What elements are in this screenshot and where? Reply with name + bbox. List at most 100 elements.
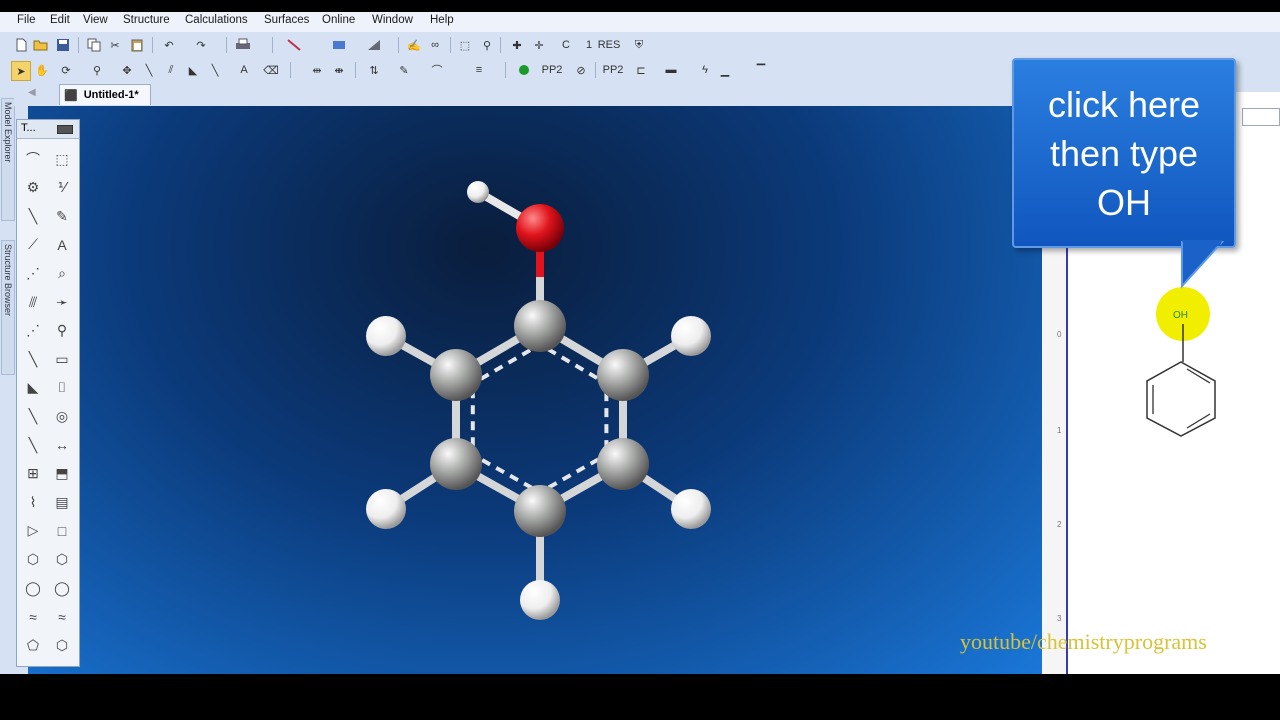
color-pen-icon[interactable]: ✎ <box>395 61 413 79</box>
menu-window[interactable]: Window <box>372 14 413 26</box>
pp2-button[interactable]: PP2 <box>542 61 563 79</box>
template-icon[interactable]: ⬒ <box>51 463 73 485</box>
measure-icon[interactable]: ⚲ <box>478 36 496 54</box>
orbital-icon[interactable]: ◎ <box>51 405 73 427</box>
rotate-icon[interactable]: ⟳ <box>57 61 75 79</box>
frame-icon[interactable]: ▭ <box>51 348 73 370</box>
hydrogen-atom[interactable] <box>671 316 711 356</box>
rotate-icon[interactable]: ⚙ <box>22 177 44 199</box>
arrow-icon[interactable]: ➛ <box>51 291 73 313</box>
solid-bond-icon[interactable]: ╲ <box>22 205 44 227</box>
bond-tool-icon[interactable] <box>285 36 303 54</box>
wave-icon[interactable]: ≈ <box>22 606 44 628</box>
select-arrow-icon[interactable]: ➤ <box>11 61 31 81</box>
arrange-icon[interactable]: ⇅ <box>365 61 383 79</box>
menu-file[interactable]: File <box>17 14 36 26</box>
menu-view[interactable]: View <box>83 14 108 26</box>
oxygen-atom[interactable] <box>516 204 564 252</box>
hand-link-icon[interactable]: ✍ <box>405 36 423 54</box>
menu-structure[interactable]: Structure <box>123 14 170 26</box>
single-bond-icon[interactable]: ╲ <box>140 61 158 79</box>
serial-number-button[interactable]: 1 <box>580 36 598 54</box>
carbon-label-button[interactable]: C <box>557 36 575 54</box>
menu-surfaces[interactable]: Surfaces <box>264 14 309 26</box>
hydroxyl-hydrogen-atom[interactable] <box>467 181 489 203</box>
wave2-icon[interactable]: ≈ <box>51 606 73 628</box>
double-bond-icon[interactable]: ⫽ <box>162 61 180 79</box>
carbon-atom[interactable] <box>514 485 566 537</box>
bold-bond-icon[interactable]: ⫻ <box>22 291 44 313</box>
marquee-icon[interactable]: ⬚ <box>51 148 73 170</box>
zoom-icon[interactable]: ⌕ <box>51 262 73 284</box>
bond-length-icon[interactable]: ⊏ <box>632 61 650 79</box>
wedge-hash-icon[interactable]: ╲ <box>22 434 44 456</box>
lightning-icon[interactable]: ϟ <box>696 61 714 79</box>
scale-icon[interactable]: ⅟ <box>51 177 73 199</box>
carbon-atom[interactable] <box>430 438 482 490</box>
paste-icon[interactable] <box>128 36 146 54</box>
hydrogen-atom[interactable] <box>520 580 560 620</box>
carbon-atom[interactable] <box>597 438 649 490</box>
eraser-icon[interactable]: ⌫ <box>262 61 280 79</box>
cut-icon[interactable]: ✂ <box>106 36 124 54</box>
text-icon[interactable]: A <box>51 234 73 256</box>
build-icon[interactable] <box>330 36 348 54</box>
ring-icon[interactable]: ▬ <box>662 61 680 79</box>
cube-icon[interactable]: ⬚ <box>456 36 474 54</box>
shape-icon[interactable] <box>365 36 383 54</box>
palette-header[interactable]: T... <box>17 120 79 139</box>
dot-bond-icon[interactable]: ⋰ <box>22 320 44 342</box>
glasses-icon[interactable]: ∞ <box>426 36 444 54</box>
3d-viewport[interactable] <box>28 106 1042 674</box>
cyclopentane-icon[interactable]: ⬠ <box>22 634 44 656</box>
table-icon[interactable]: ⊞ <box>22 463 44 485</box>
square-icon[interactable]: □ <box>51 520 73 542</box>
rotate-z-icon[interactable]: ⚲ <box>88 61 106 79</box>
tab-model-explorer[interactable]: Model Explorer <box>1 98 15 221</box>
remove-hydrogen-icon[interactable]: ✛ <box>530 36 548 54</box>
page-icon[interactable]: ▤ <box>51 491 73 513</box>
pp2-bond-button[interactable]: PP2 <box>603 61 624 79</box>
document-tab[interactable]: ⬛ Untitled-1* <box>59 84 151 105</box>
circle-icon[interactable]: ◯ <box>22 577 44 599</box>
undo-icon[interactable]: ↶ <box>160 36 178 54</box>
menu-help[interactable]: Help <box>430 14 454 26</box>
bracket-icon[interactable]: ⌷ <box>51 377 73 399</box>
link-icon[interactable]: ⚲ <box>51 320 73 342</box>
wedge-bond-icon[interactable]: ◣ <box>184 61 202 79</box>
carbon-atom[interactable] <box>430 349 482 401</box>
grid-icon[interactable]: ≡ <box>470 61 488 79</box>
dash-bond-icon[interactable]: ⋰ <box>22 262 44 284</box>
dash-style-icon[interactable]: ▔ <box>752 61 770 79</box>
open-folder-icon[interactable] <box>32 36 50 54</box>
hand-icon[interactable]: ✋ <box>33 61 51 79</box>
pencil-icon[interactable]: ✎ <box>51 205 73 227</box>
style-icon[interactable]: ⌒ <box>428 61 446 79</box>
ring-icon[interactable]: ◯ <box>51 577 73 599</box>
copy-icon[interactable] <box>85 36 103 54</box>
triangle-icon[interactable]: ▷ <box>22 520 44 542</box>
carbon-atom[interactable] <box>514 300 566 352</box>
add-hydrogen-icon[interactable]: ✚ <box>508 36 526 54</box>
wavy-bond-icon[interactable]: ╲ <box>22 405 44 427</box>
hydrogen-atom[interactable] <box>366 489 406 529</box>
save-icon[interactable] <box>54 36 72 54</box>
hash-bond-icon[interactable]: ⟋ <box>22 234 44 256</box>
tab-structure-browser[interactable]: Structure Browser <box>1 240 15 375</box>
menu-online[interactable]: Online <box>322 14 355 26</box>
hydrogen-atom[interactable] <box>366 316 406 356</box>
scroll-left-icon[interactable]: ◀ <box>28 87 36 98</box>
hide-icon[interactable]: ⊘ <box>572 61 590 79</box>
cyclohexane-icon[interactable]: ⬡ <box>51 634 73 656</box>
green-dot-icon[interactable] <box>515 61 533 79</box>
hydrogen-atom[interactable] <box>671 489 711 529</box>
text-tool-button[interactable]: A <box>235 61 253 79</box>
hexagon-icon[interactable]: ⬡ <box>51 548 73 570</box>
minimize-icon[interactable] <box>57 125 73 134</box>
dashed-bond-icon[interactable]: ╲ <box>206 61 224 79</box>
new-file-icon[interactable] <box>12 36 30 54</box>
wedge-icon[interactable]: ◣ <box>22 377 44 399</box>
line-icon[interactable]: ╲ <box>22 348 44 370</box>
benzene-ring[interactable] <box>1146 361 1216 437</box>
shield-icon[interactable]: ⛨ <box>630 36 648 54</box>
